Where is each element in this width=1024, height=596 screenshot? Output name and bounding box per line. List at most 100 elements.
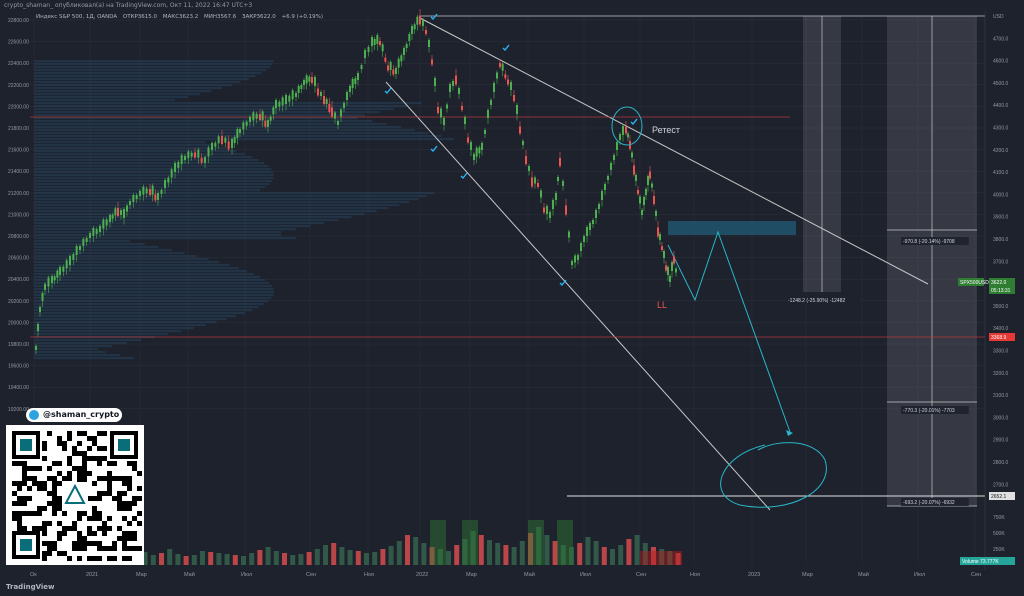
left-tick-label: 19800.00 bbox=[8, 342, 29, 348]
candle-body bbox=[300, 85, 303, 89]
profile-bar bbox=[34, 141, 206, 144]
profile-bar bbox=[34, 138, 454, 141]
qr-module bbox=[92, 441, 97, 446]
qr-module bbox=[22, 526, 27, 531]
profile-bar bbox=[34, 288, 274, 291]
candle-body bbox=[490, 100, 492, 105]
qr-finder-core bbox=[20, 439, 32, 451]
qr-module bbox=[27, 496, 32, 501]
x-tick-label: Май bbox=[858, 571, 869, 578]
qr-module bbox=[72, 526, 77, 531]
candle-body bbox=[53, 276, 56, 281]
qr-module bbox=[42, 446, 47, 451]
profile-bar bbox=[34, 228, 296, 231]
qr-module bbox=[97, 496, 102, 501]
profile-bar bbox=[34, 75, 256, 78]
right-tick-label: 3900.0 bbox=[993, 215, 1009, 221]
qr-module bbox=[107, 491, 112, 496]
candle-body bbox=[35, 346, 37, 350]
qr-module bbox=[102, 526, 107, 531]
volume-bar bbox=[364, 553, 369, 565]
profile-bar bbox=[34, 105, 408, 108]
candle-body bbox=[111, 214, 114, 219]
candle-body bbox=[281, 97, 284, 106]
qr-module bbox=[92, 456, 97, 461]
profile-bar bbox=[34, 93, 200, 96]
candle-body bbox=[635, 175, 637, 181]
qr-module bbox=[107, 461, 112, 466]
qr-module bbox=[37, 481, 42, 486]
candle-body bbox=[373, 39, 376, 45]
candle-body bbox=[647, 176, 649, 185]
qr-module bbox=[62, 531, 67, 536]
candle-body bbox=[65, 260, 68, 269]
qr-module bbox=[87, 556, 92, 561]
qr-module bbox=[42, 486, 47, 491]
qr-module bbox=[87, 526, 92, 531]
qr-module bbox=[52, 501, 57, 506]
candle-body bbox=[595, 210, 597, 218]
left-tick-label: 22000.00 bbox=[8, 104, 29, 110]
volume-highlight bbox=[528, 520, 544, 565]
publish-info: crypto_shaman_ опубликовал(а) на Trading… bbox=[4, 2, 253, 9]
qr-module bbox=[67, 456, 72, 461]
profile-bar bbox=[34, 153, 245, 156]
qr-module bbox=[57, 471, 62, 476]
qr-module bbox=[22, 466, 27, 471]
candle-body bbox=[655, 211, 657, 216]
volume-tag: Volume 73.777K bbox=[962, 559, 999, 565]
candle-body bbox=[59, 267, 61, 275]
profile-bar bbox=[34, 222, 325, 225]
candle-body bbox=[151, 185, 154, 195]
volume-bar bbox=[298, 554, 304, 565]
profile-bar bbox=[34, 279, 266, 282]
candle-body bbox=[673, 256, 675, 264]
volume-bar bbox=[347, 550, 353, 565]
profile-bar bbox=[34, 72, 262, 75]
volume-bar bbox=[478, 535, 484, 565]
profile-bar bbox=[34, 252, 185, 255]
profile-bar bbox=[34, 174, 274, 177]
qr-module bbox=[17, 516, 22, 521]
candle-body bbox=[139, 191, 141, 196]
candle-body bbox=[194, 152, 196, 158]
legend-change: +6.9 (+0.19%) bbox=[281, 14, 324, 20]
resistance-box bbox=[668, 221, 796, 235]
candle-body bbox=[264, 120, 267, 127]
candle-body bbox=[44, 284, 46, 290]
candle-body bbox=[619, 134, 621, 140]
left-tick-label: 22800.00 bbox=[8, 18, 29, 24]
candle-body bbox=[470, 142, 472, 150]
qr-module bbox=[72, 541, 77, 546]
profile-bar bbox=[34, 216, 352, 219]
tradingview-logo[interactable]: TradingView bbox=[6, 583, 55, 591]
candle-body bbox=[449, 84, 451, 92]
qr-module bbox=[127, 461, 132, 466]
qr-module bbox=[87, 541, 92, 546]
x-tick-label: Сен bbox=[971, 572, 981, 578]
qr-module bbox=[17, 496, 22, 501]
candle-body bbox=[157, 193, 159, 200]
candle-body bbox=[305, 75, 308, 84]
qr-module bbox=[62, 476, 67, 481]
qr-module bbox=[42, 456, 47, 461]
qr-module bbox=[122, 536, 127, 541]
qr-module bbox=[82, 476, 87, 481]
volume-bar bbox=[200, 551, 205, 565]
candle-body bbox=[379, 41, 381, 45]
left-tick-label: 19400.00 bbox=[8, 385, 29, 391]
qr-module bbox=[57, 506, 62, 511]
profile-bar bbox=[34, 180, 272, 183]
qr-module bbox=[12, 461, 17, 466]
qr-module bbox=[12, 516, 17, 521]
symbol-legend: Индекс S&P 500, 1Д, OANDA ОТКР3615.0 МАК… bbox=[36, 14, 327, 20]
volume-bar bbox=[503, 545, 509, 565]
x-tick-label: Июл bbox=[914, 572, 925, 578]
qr-module bbox=[112, 556, 117, 561]
price-chart[interactable]: 22800.00 22600.00 22400.00 22200.00 22000.00… bbox=[0, 0, 1024, 596]
qr-module bbox=[102, 521, 107, 526]
qr-module bbox=[97, 476, 102, 481]
profile-bar bbox=[34, 357, 134, 360]
qr-module bbox=[57, 441, 62, 446]
volume-bar bbox=[552, 541, 558, 565]
